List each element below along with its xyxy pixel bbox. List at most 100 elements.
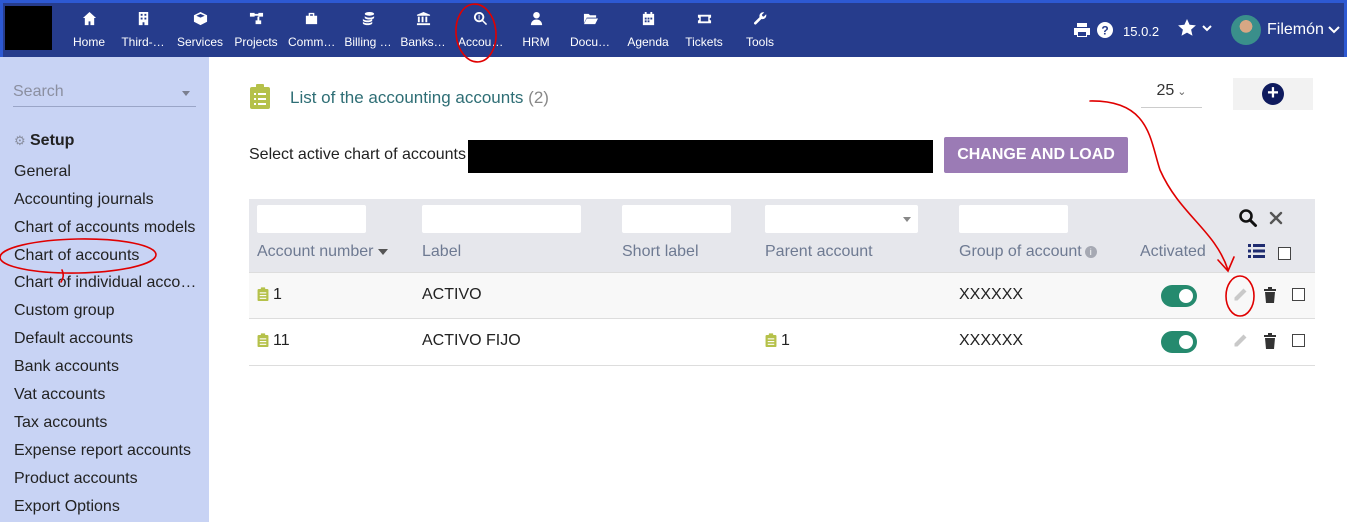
sidebar-item-chart-of-individual-accounts[interactable]: Chart of individual acco… (14, 274, 196, 292)
column-group-of-account[interactable]: Group of account i (959, 243, 1097, 261)
nav-third-parties[interactable]: Third-… (120, 8, 166, 52)
version-label: 15.0.2 (1123, 24, 1160, 39)
sidebar-item-chart-of-accounts-models[interactable]: Chart of accounts models (14, 219, 195, 237)
table-row: 11 ACTIVO FIJO 1 XXXXXX (249, 319, 1315, 366)
user-avatar[interactable] (1231, 15, 1261, 45)
chevron-down-icon (182, 91, 190, 96)
sidebar-item-chart-of-accounts[interactable]: Chart of accounts (14, 247, 139, 265)
clipboard-list-icon (765, 333, 777, 353)
clear-filter-icon[interactable] (1269, 211, 1283, 230)
select-chart-label: Select active chart of accounts : (249, 146, 475, 163)
filter-short-label[interactable] (622, 205, 731, 233)
bank-icon (400, 8, 446, 28)
sidebar-item-accounting-journals[interactable]: Accounting journals (14, 191, 154, 209)
wrench-icon (744, 8, 776, 28)
clipboard-list-icon (257, 287, 269, 307)
sidebar-item-expense-report-accounts[interactable]: Expense report accounts (14, 442, 191, 460)
user-tie-icon (520, 8, 552, 28)
sitemap-icon (234, 8, 278, 28)
company-logo[interactable] (5, 6, 52, 50)
delete-trash-icon[interactable] (1263, 287, 1277, 308)
nav-tickets[interactable]: Tickets (684, 8, 724, 52)
chevron-down-icon: ⌄ (1177, 86, 1187, 98)
filter-parent-account[interactable] (765, 205, 918, 233)
nav-services[interactable]: Services (177, 8, 223, 52)
gears-icon: ⚙ (14, 133, 26, 148)
plus-circle-icon: + (1262, 83, 1284, 105)
delete-trash-icon[interactable] (1263, 333, 1277, 354)
column-account-number[interactable]: Account number (257, 243, 388, 261)
row-select-checkbox[interactable] (1292, 288, 1305, 301)
help-icon[interactable]: ? (1097, 22, 1113, 52)
account-number-link[interactable]: 11 (273, 332, 290, 350)
folder-open-icon (568, 8, 612, 28)
sidebar-item-export-options[interactable]: Export Options (14, 498, 120, 516)
setup-section-title: ⚙ Setup (14, 132, 75, 149)
edit-pencil-icon[interactable] (1232, 287, 1248, 308)
coins-icon (344, 8, 392, 28)
nav-documents[interactable]: Docu… (568, 8, 612, 52)
activated-toggle[interactable] (1161, 331, 1197, 353)
add-account-button[interactable]: + (1233, 78, 1313, 110)
home-icon (72, 8, 106, 28)
change-and-load-button[interactable]: CHANGE AND LOAD (944, 137, 1128, 173)
top-navigation-bar: Home Third-… Services Projects Comm… Bil… (0, 0, 1347, 57)
account-label: ACTIVO FIJO (422, 332, 521, 349)
nav-hrm[interactable]: HRM (520, 8, 552, 52)
user-menu[interactable]: Filemón (1267, 21, 1341, 39)
briefcase-icon (288, 8, 334, 28)
nav-commercial[interactable]: Comm… (288, 8, 335, 52)
nav-billing[interactable]: Billing … (344, 8, 392, 52)
column-activated[interactable]: Activated (1140, 243, 1206, 261)
sidebar-item-default-accounts[interactable]: Default accounts (14, 330, 133, 348)
left-sidebar: Search ⚙ Setup General Accounting journal… (0, 57, 209, 522)
parent-account-link[interactable]: 1 (781, 332, 790, 350)
page-size-select[interactable]: 25 ⌄ (1141, 82, 1202, 108)
building-icon (120, 8, 166, 28)
sidebar-item-vat-accounts[interactable]: Vat accounts (14, 386, 105, 404)
column-short-label[interactable]: Short label (622, 243, 699, 261)
account-group: XXXXXX (959, 286, 1024, 303)
column-list-icon[interactable] (1248, 244, 1265, 263)
row-select-checkbox[interactable] (1292, 334, 1305, 347)
nav-accounting[interactable]: Accou… (458, 8, 503, 52)
search-input[interactable]: Search (13, 81, 196, 107)
column-label[interactable]: Label (422, 243, 461, 261)
search-icon[interactable] (1238, 208, 1258, 233)
nav-projects[interactable]: Projects (234, 8, 278, 52)
table-row: 1 ACTIVO XXXXXX (249, 272, 1315, 319)
nav-tools[interactable]: Tools (744, 8, 776, 52)
account-label: ACTIVO (422, 286, 482, 303)
account-group: XXXXXX (959, 332, 1024, 349)
column-parent-account[interactable]: Parent account (765, 243, 873, 261)
sidebar-item-bank-accounts[interactable]: Bank accounts (14, 358, 119, 376)
clipboard-list-icon (257, 333, 269, 353)
filter-group-of-account[interactable] (959, 205, 1068, 233)
chevron-down-icon (903, 217, 911, 222)
sort-desc-icon (377, 248, 388, 255)
info-icon: i (1084, 245, 1097, 258)
sidebar-item-product-accounts[interactable]: Product accounts (14, 470, 138, 488)
sidebar-item-custom-group[interactable]: Custom group (14, 302, 115, 320)
search-dollar-icon (458, 8, 502, 28)
bookmark-star-icon[interactable] (1178, 19, 1214, 49)
sidebar-item-general[interactable]: General (14, 163, 71, 181)
edit-pencil-icon[interactable] (1232, 333, 1248, 354)
filter-label[interactable] (422, 205, 581, 233)
nav-agenda[interactable]: Agenda (627, 8, 669, 52)
account-number-link[interactable]: 1 (273, 286, 282, 304)
activated-toggle[interactable] (1161, 285, 1197, 307)
page-title: List of the accounting accounts (2) (290, 88, 549, 107)
clipboard-list-icon (249, 84, 271, 115)
filter-account-number[interactable] (257, 205, 366, 233)
sidebar-item-tax-accounts[interactable]: Tax accounts (14, 414, 107, 432)
nav-banks[interactable]: Banks… (400, 8, 446, 52)
calendar-icon (627, 8, 669, 28)
select-all-checkbox[interactable] (1278, 247, 1291, 260)
chart-of-accounts-select[interactable] (468, 140, 933, 173)
nav-home[interactable]: Home (72, 8, 106, 52)
svg-text:?: ? (1101, 24, 1108, 38)
ticket-icon (684, 8, 724, 28)
cube-icon (177, 8, 223, 28)
print-icon[interactable] (1073, 22, 1091, 52)
